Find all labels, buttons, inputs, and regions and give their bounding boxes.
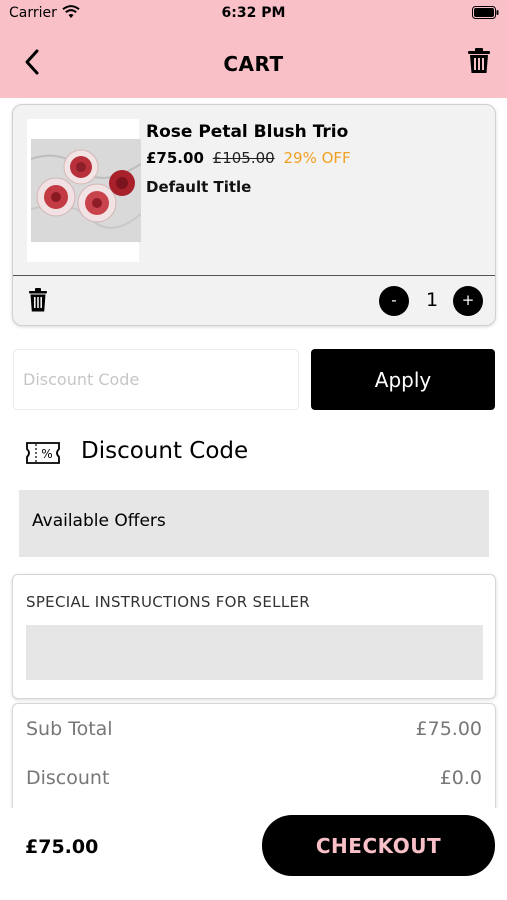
product-image[interactable] <box>27 119 141 262</box>
checkout-bar: £75.00 CHECKOUT <box>0 808 507 900</box>
price-row: £75.00 £105.00 29% OFF <box>146 149 351 167</box>
special-instructions-card: SPECIAL INSTRUCTIONS FOR SELLER <box>12 574 496 699</box>
available-offers-label: Available Offers <box>32 511 166 531</box>
special-instructions-label: SPECIAL INSTRUCTIONS FOR SELLER <box>26 593 310 611</box>
special-instructions-input[interactable] <box>26 625 483 680</box>
apply-button[interactable]: Apply <box>311 349 495 410</box>
original-price: £105.00 <box>212 149 275 167</box>
discount-percent-badge: 29% OFF <box>283 149 351 167</box>
clock: 6:32 PM <box>221 5 286 21</box>
coupon-percent-icon: % <box>26 442 60 464</box>
checkout-button[interactable]: CHECKOUT <box>262 815 495 876</box>
discount-code-input[interactable] <box>13 349 299 410</box>
page-title: CART <box>223 52 284 76</box>
battery-icon <box>472 6 499 19</box>
header-bar: Carrier 6:32 PM CART <box>0 0 507 98</box>
svg-text:%: % <box>41 447 52 461</box>
sub-total-value: £75.00 <box>415 718 482 740</box>
trash-icon[interactable] <box>29 288 47 312</box>
discount-value: £0.0 <box>439 767 482 789</box>
divider <box>13 275 495 276</box>
cart-item[interactable]: Rose Petal Blush Trio £75.00 £105.00 29%… <box>13 105 495 275</box>
quantity-decrease-button[interactable]: - <box>379 286 409 316</box>
product-name[interactable]: Rose Petal Blush Trio <box>146 122 348 142</box>
discount-label: Discount <box>26 767 110 789</box>
variant-title: Default Title <box>146 178 252 196</box>
status-bar: Carrier 6:32 PM <box>0 0 507 28</box>
rose-boxes-image <box>31 139 141 242</box>
available-offers-button[interactable]: Available Offers <box>19 490 489 557</box>
quantity-value: 1 <box>425 289 439 311</box>
current-price: £75.00 <box>146 149 204 167</box>
discount-code-heading: Discount Code <box>81 438 249 464</box>
quantity-increase-button[interactable]: + <box>453 286 483 316</box>
sub-total-label: Sub Total <box>26 718 113 740</box>
cart-item-card: Rose Petal Blush Trio £75.00 £105.00 29%… <box>12 104 496 326</box>
total-price: £75.00 <box>25 836 99 858</box>
order-summary: Sub Total £75.00 Discount £0.0 <box>12 703 496 823</box>
trash-icon[interactable] <box>468 48 490 74</box>
